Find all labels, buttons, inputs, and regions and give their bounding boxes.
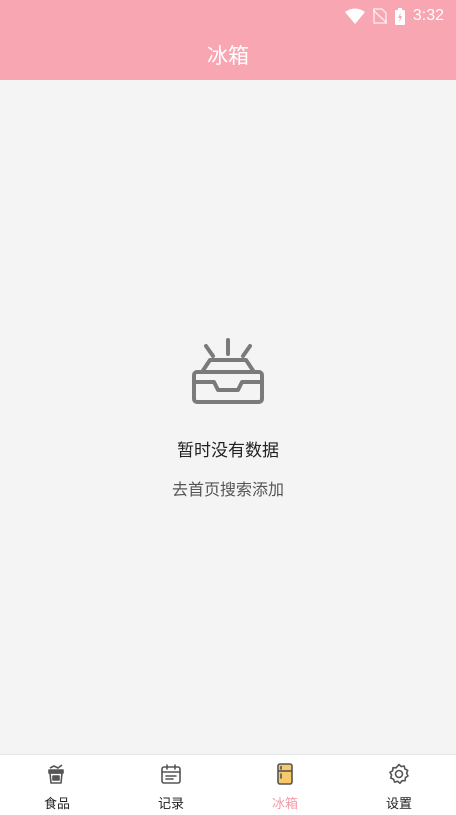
status-bar: 3:32 <box>0 0 456 32</box>
wifi-icon <box>344 8 365 24</box>
tab-records-label: 记录 <box>157 797 184 812</box>
tab-fridge-label: 冰箱 <box>271 797 298 812</box>
status-time: 3:32 <box>412 7 444 24</box>
battery-charging-icon <box>394 7 405 25</box>
empty-state-hint: 去首页搜索添加 <box>171 480 284 499</box>
tab-fridge[interactable]: 冰箱 <box>228 755 342 815</box>
main-content: 暂时没有数据 去首页搜索添加 <box>0 80 456 754</box>
tab-records[interactable]: 记录 <box>114 755 228 815</box>
empty-inbox-icon <box>188 338 268 412</box>
no-sim-icon <box>372 8 387 24</box>
tab-settings[interactable]: 设置 <box>342 755 456 815</box>
page-title: 冰箱 <box>207 44 249 68</box>
gear-icon <box>388 763 410 785</box>
food-jar-icon <box>46 763 68 785</box>
app-header: 3:32 冰箱 <box>0 0 456 80</box>
tab-food-label: 食品 <box>43 797 70 812</box>
tab-food[interactable]: 食品 <box>0 755 114 815</box>
tab-settings-label: 设置 <box>385 797 412 812</box>
empty-state-title: 暂时没有数据 <box>177 441 279 461</box>
bottom-tab-bar: 食品 记录 冰箱 设置 <box>0 754 456 815</box>
fridge-icon <box>274 763 296 785</box>
calendar-icon <box>160 763 182 785</box>
